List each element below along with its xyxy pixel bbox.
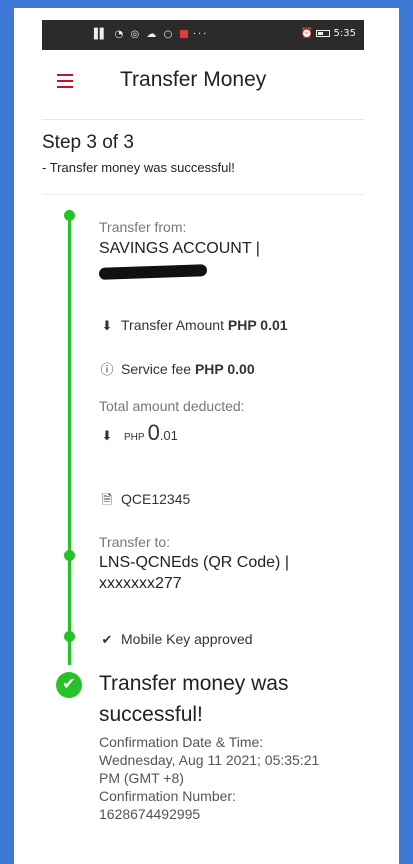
mobile-key-status: Mobile Key approved: [121, 631, 253, 647]
step-subtitle: - Transfer money was successful!: [42, 160, 235, 175]
reference-row: 🗎 QCE12345: [99, 491, 359, 513]
red-app-icon: [179, 30, 188, 38]
document-icon: 🗎: [101, 492, 113, 507]
service-fee-row: ⓘ Service fee PHP 0.00: [99, 359, 359, 378]
battery-icon: [316, 29, 331, 37]
page-title: Transfer Money: [120, 68, 267, 91]
timeline-dot-from: [64, 210, 75, 221]
step-title: Step 3 of 3: [42, 132, 134, 153]
total-deducted-label: Total amount deducted:: [99, 398, 245, 414]
phone-screen: ▐▌ ◔ ◎ ☁ ○ ··· ⏰ 5:35 Transfer Money Ste…: [42, 20, 364, 864]
total-deducted-block: Total amount deducted: ⬇ PHP 0.01: [99, 398, 359, 446]
app-header: Transfer Money: [42, 50, 364, 120]
confirmation-date-line1: Wednesday, Aug 11 2021; 05:35:21: [99, 752, 320, 768]
timeline-line: [68, 210, 71, 665]
status-bar: ▐▌ ◔ ◎ ☁ ○ ··· ⏰ 5:35: [42, 20, 364, 50]
confirmation-date-label: Confirmation Date & Time:: [99, 734, 264, 750]
checkmark-icon: ✔: [101, 632, 113, 647]
confirmation-number: 1628674492995: [99, 806, 201, 822]
success-title-line1: Transfer money was: [99, 672, 289, 695]
arrow-down-icon: ⬇: [101, 318, 113, 333]
notification-icon: ◎: [130, 29, 142, 40]
transfer-to-block: Transfer to: LNS-QCNEds (QR Code) | xxxx…: [99, 534, 359, 594]
more-icon: ···: [192, 29, 209, 40]
transfer-amount-value: PHP 0.01: [227, 317, 288, 333]
status-time: 5:35: [333, 28, 356, 39]
app-icon: ○: [163, 29, 175, 40]
transfer-from-account: SAVINGS ACCOUNT |: [99, 240, 260, 257]
success-title-line2: successful!: [99, 703, 203, 726]
transfer-to-account: xxxxxxx277: [99, 575, 182, 592]
step-section: Step 3 of 3 - Transfer money was success…: [42, 120, 364, 195]
transfer-to-label: Transfer to:: [99, 534, 171, 550]
reference-number: QCE12345: [121, 491, 191, 507]
success-block: Transfer money was successful! Confirmat…: [99, 668, 367, 823]
signal-icon: ▐▌: [90, 29, 110, 40]
wifi-icon: ◔: [114, 29, 126, 40]
mobile-key-row: ✔ Mobile Key approved: [99, 631, 359, 648]
alarm-icon: ⏰: [300, 28, 314, 39]
redacted-account-number: [98, 264, 359, 283]
service-fee-label: Service fee: [121, 361, 192, 377]
status-right: ⏰ 5:35: [301, 28, 356, 39]
info-icon: ⓘ: [100, 362, 114, 377]
timeline-dot-to: [64, 550, 75, 561]
confirmation-number-label: Confirmation Number:: [99, 788, 236, 804]
total-amount-whole: 0: [147, 420, 160, 445]
hamburger-menu-icon[interactable]: [57, 74, 73, 88]
transfer-amount-label: Transfer Amount: [121, 317, 224, 333]
status-icons: ▐▌ ◔ ◎ ☁ ○ ···: [90, 29, 208, 40]
total-currency: PHP: [124, 432, 145, 443]
timeline-dot-mobile-key: [64, 631, 75, 642]
confirmation-date-line2: PM (GMT +8): [99, 770, 184, 786]
total-amount-decimal: .01: [159, 428, 178, 443]
transfer-amount-row: ⬇ Transfer Amount PHP 0.01: [99, 317, 359, 334]
transfer-from-label: Transfer from:: [99, 219, 187, 235]
arrow-down-icon: ⬇: [101, 428, 113, 443]
service-fee-value: PHP 0.00: [194, 361, 255, 377]
cloud-icon: ☁: [146, 29, 159, 40]
transfer-from-block: Transfer from: SAVINGS ACCOUNT |: [98, 219, 359, 283]
transfer-to-name: LNS-QCNEds (QR Code) |: [99, 554, 289, 571]
success-check-icon: ✔: [56, 672, 82, 698]
